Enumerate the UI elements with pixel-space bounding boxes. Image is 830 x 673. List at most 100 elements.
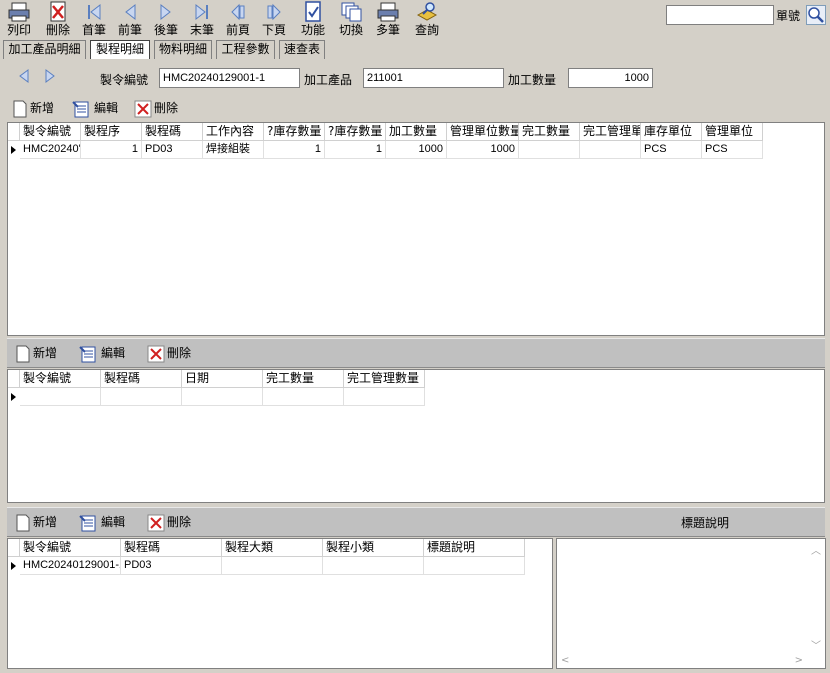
column-header[interactable]: 製程碼 xyxy=(142,123,203,141)
add-title-button[interactable]: 新增 xyxy=(15,512,57,534)
table-cell[interactable]: 1 xyxy=(325,141,386,159)
column-header[interactable]: 製令編號 xyxy=(20,370,101,388)
tab-product-detail[interactable]: 加工產品明細 xyxy=(3,40,86,59)
print-button[interactable]: 列印 xyxy=(1,0,37,40)
function-button[interactable]: 功能 xyxy=(295,0,331,40)
previous-record-button[interactable]: 前筆 xyxy=(112,0,148,40)
scroll-left-icon[interactable]: < xyxy=(561,655,569,666)
add-completion-button[interactable]: 新增 xyxy=(15,343,57,365)
table-cell[interactable] xyxy=(519,141,580,159)
column-header[interactable]: ?庫存數量 xyxy=(264,123,325,141)
main-toolbar: 列印 刪除 首筆 前筆 後筆 末筆 前頁 下頁 功能 切換 多筆 查詢 單號 xyxy=(0,0,830,40)
table-cell[interactable]: 1000 xyxy=(447,141,519,159)
query-button[interactable]: 查詢 xyxy=(409,0,445,40)
new-document-icon xyxy=(13,100,27,117)
column-header[interactable]: 製程大類 xyxy=(222,539,323,557)
table-cell[interactable] xyxy=(424,557,525,575)
add-process-button[interactable]: 新增 xyxy=(12,98,54,120)
quantity-field[interactable]: 1000 xyxy=(568,68,653,88)
multi-record-button[interactable]: 多筆 xyxy=(370,0,406,40)
last-record-button[interactable]: 末筆 xyxy=(184,0,220,40)
edit-icon xyxy=(79,514,96,531)
table-cell[interactable]: 1000 xyxy=(386,141,447,159)
current-row-pointer-icon xyxy=(11,393,16,401)
edit-completion-button[interactable]: 編輯 xyxy=(79,343,125,365)
tab-engineering-params[interactable]: 工程參數 xyxy=(216,40,275,59)
scroll-up-icon[interactable]: ︿ xyxy=(811,542,821,557)
table-cell[interactable]: HMC20240129001-1 xyxy=(20,557,121,575)
title-description-memo[interactable]: ︿ ﹀ < > xyxy=(556,538,826,669)
table-cell[interactable] xyxy=(101,388,182,406)
delete-completion-button[interactable]: 刪除 xyxy=(147,343,191,365)
column-header[interactable]: 製程小類 xyxy=(323,539,424,557)
column-header[interactable]: 製令編號 xyxy=(20,539,121,557)
edit-label: 編輯 xyxy=(101,346,126,360)
current-row-pointer-icon xyxy=(11,562,16,570)
table-cell[interactable]: PCS xyxy=(702,141,763,159)
table-cell[interactable]: PCS xyxy=(641,141,702,159)
edit-title-button[interactable]: 編輯 xyxy=(79,512,125,534)
column-header[interactable]: 庫存單位 xyxy=(641,123,702,141)
scroll-down-icon[interactable]: ﹀ xyxy=(811,637,821,652)
column-header[interactable]: 日期 xyxy=(182,370,263,388)
order-no-field[interactable]: HMC20240129001-1 xyxy=(159,68,300,88)
table-cell[interactable]: PD03 xyxy=(121,557,222,575)
previous-record-icon xyxy=(125,3,136,21)
next-record-arrow-icon[interactable] xyxy=(42,68,58,84)
edit-process-button[interactable]: 編輯 xyxy=(72,98,118,120)
column-header[interactable]: 製程碼 xyxy=(121,539,222,557)
column-header[interactable]: 製程序 xyxy=(81,123,142,141)
column-header[interactable]: 完工管理數量 xyxy=(344,370,425,388)
order-number-search-input[interactable] xyxy=(666,5,774,25)
product-field[interactable]: 211001 xyxy=(363,68,504,88)
table-cell[interactable] xyxy=(323,557,424,575)
table-cell[interactable] xyxy=(20,388,101,406)
column-header[interactable]: ?庫存數量 xyxy=(325,123,386,141)
table-cell[interactable]: 1 xyxy=(264,141,325,159)
column-header[interactable]: 完工數量 xyxy=(263,370,344,388)
first-record-label: 首筆 xyxy=(81,23,106,37)
previous-page-button[interactable]: 前頁 xyxy=(220,0,256,40)
add-label: 新增 xyxy=(30,101,55,115)
table-cell[interactable] xyxy=(263,388,344,406)
tab-quick-lookup[interactable]: 速查表 xyxy=(279,40,325,59)
scroll-right-icon[interactable]: > xyxy=(795,655,803,666)
function-icon xyxy=(305,1,321,22)
column-header[interactable]: 完工管理單 xyxy=(580,123,641,141)
table-cell[interactable]: PD03 xyxy=(142,141,203,159)
table-cell[interactable]: HMC20240' xyxy=(20,141,81,159)
search-icon[interactable] xyxy=(806,5,826,25)
column-header[interactable]: 完工數量 xyxy=(519,123,580,141)
table-cell[interactable] xyxy=(580,141,641,159)
tab-process-detail[interactable]: 製程明細 xyxy=(90,40,150,59)
memo-text xyxy=(559,541,809,651)
column-header[interactable]: 標題說明 xyxy=(424,539,525,557)
column-header[interactable]: 製程碼 xyxy=(101,370,182,388)
delete-title-button[interactable]: 刪除 xyxy=(147,512,191,534)
column-header[interactable]: 製令編號 xyxy=(20,123,81,141)
function-label: 功能 xyxy=(300,23,325,37)
first-record-button[interactable]: 首筆 xyxy=(76,0,112,40)
switch-button[interactable]: 切換 xyxy=(333,0,369,40)
edit-icon xyxy=(79,345,96,362)
table-cell[interactable] xyxy=(344,388,425,406)
table-cell[interactable] xyxy=(182,388,263,406)
delete-button[interactable]: 刪除 xyxy=(40,0,76,40)
table-cell[interactable] xyxy=(222,557,323,575)
delete-label: 刪除 xyxy=(167,515,192,529)
table-cell[interactable]: 1 xyxy=(81,141,142,159)
column-header[interactable]: 加工數量 xyxy=(386,123,447,141)
memo-title: 標題說明 xyxy=(681,516,730,530)
switch-icon xyxy=(341,2,362,22)
column-header[interactable]: 工作內容 xyxy=(203,123,264,141)
column-header[interactable]: 管理單位數量 xyxy=(447,123,519,141)
next-record-button[interactable]: 後筆 xyxy=(148,0,184,40)
delete-process-button[interactable]: 刪除 xyxy=(134,98,178,120)
previous-record-arrow-icon[interactable] xyxy=(16,68,32,84)
column-header[interactable]: 管理單位 xyxy=(702,123,763,141)
add-label: 新增 xyxy=(33,346,58,360)
table-cell[interactable]: 焊接組裝 xyxy=(203,141,264,159)
tab-material-detail[interactable]: 物料明細 xyxy=(154,40,212,59)
completion-grid: 製令編號 製程碼 日期 完工數量 完工管理數量 xyxy=(7,369,825,503)
next-page-button[interactable]: 下頁 xyxy=(256,0,292,40)
